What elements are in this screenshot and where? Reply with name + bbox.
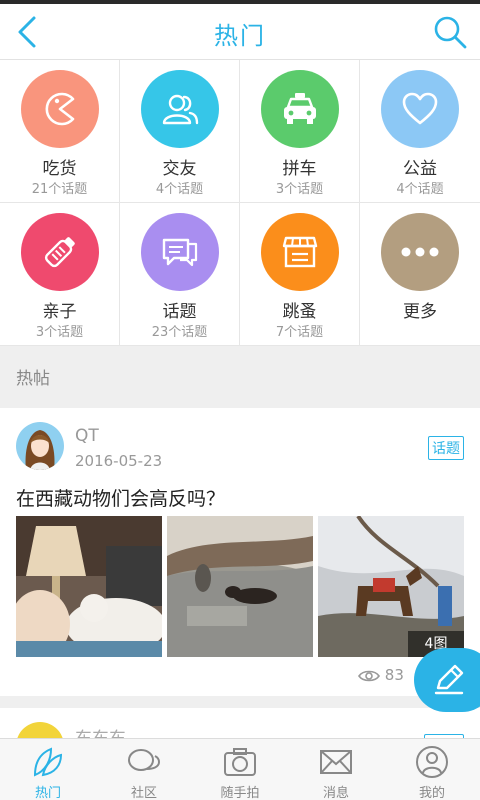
category-qinzi[interactable]: 亲子 3个话题 (0, 203, 120, 346)
category-chihuo[interactable]: 吃货 21个话题 (0, 60, 120, 203)
page-title: 热门 (214, 22, 266, 50)
tab-hot[interactable]: 热门 (0, 739, 96, 800)
pencil-icon (434, 664, 464, 695)
store-icon (261, 213, 339, 291)
topic-tag[interactable]: 话题 (428, 436, 464, 460)
baby-bottle-icon (21, 213, 99, 291)
category-pinche[interactable]: 拼车 3个话题 (240, 60, 360, 203)
tab-label: 消息 (322, 786, 349, 800)
category-count: 3个话题 (35, 325, 84, 340)
tab-label: 社区 (130, 786, 157, 800)
category-huati[interactable]: 话题 23个话题 (120, 203, 240, 346)
view-count: 83 (358, 666, 404, 684)
camera-icon (224, 748, 256, 776)
chat-bubbles-icon (141, 213, 219, 291)
category-count: 21个话题 (31, 182, 88, 197)
tab-community[interactable]: 社区 (96, 739, 192, 800)
category-count: 4个话题 (155, 182, 204, 197)
category-count: 7个话题 (275, 325, 324, 340)
category-count: 4个话题 (396, 182, 444, 197)
post-photo-horses[interactable]: 4图 (318, 516, 464, 657)
user-icon (416, 746, 448, 778)
mail-icon (320, 750, 352, 774)
search-button[interactable] (428, 10, 472, 54)
post-photo-dogs[interactable] (167, 516, 313, 657)
category-label: 公益 (403, 159, 437, 179)
post-author[interactable]: 东东东 (75, 724, 126, 738)
post-title[interactable]: 在西藏动物们会高反吗？ (16, 484, 225, 511)
taxi-icon (261, 70, 339, 148)
category-label: 跳蚤 (282, 302, 317, 322)
search-icon (434, 16, 467, 49)
tab-messages[interactable]: 消息 (288, 739, 384, 800)
tab-label: 热门 (34, 786, 61, 800)
category-more[interactable]: 更多 (360, 203, 480, 346)
category-tiaozao[interactable]: 跳蚤 7个话题 (240, 203, 360, 346)
top-bar: 热门 (0, 4, 480, 60)
bottom-tab-bar: 热门 社区 随手拍 消息 我的 (0, 738, 480, 800)
tab-label: 随手拍 (220, 786, 260, 800)
category-label: 吃货 (42, 159, 77, 179)
category-count: 3个话题 (275, 182, 324, 197)
category-label: 话题 (162, 302, 197, 322)
category-label: 亲子 (42, 302, 77, 322)
category-count: 23个话题 (151, 325, 208, 340)
category-label: 拼车 (282, 159, 317, 179)
more-dots-icon (381, 213, 459, 291)
avatar[interactable] (16, 722, 64, 738)
post-card[interactable]: 东东东 (0, 708, 480, 738)
post-date: 2016-05-23 (75, 452, 163, 470)
compose-button[interactable] (414, 648, 480, 712)
eye-icon (358, 670, 380, 681)
section-title: 热帖 (16, 369, 50, 389)
category-gongyi[interactable]: 公益 4个话题 (360, 60, 480, 203)
chat-icon (128, 749, 161, 771)
view-count-value: 83 (384, 666, 404, 684)
post-photo-cat[interactable] (16, 516, 162, 657)
leaf-icon (33, 747, 63, 777)
avatar[interactable] (16, 422, 64, 470)
category-grid: 吃货 21个话题 交友 4个话题 拼车 3个话题 公益 4个话题 亲子 3个话题… (0, 60, 480, 346)
tab-label: 我的 (418, 786, 445, 800)
category-label: 交友 (162, 159, 197, 179)
category-label: 更多 (403, 302, 437, 322)
pacman-icon (21, 70, 99, 148)
tab-snapshot[interactable]: 随手拍 (192, 739, 288, 800)
people-icon (141, 70, 219, 148)
category-jiaoyou[interactable]: 交友 4个话题 (120, 60, 240, 203)
post-card[interactable]: QT 2016-05-23 话题 在西藏动物们会高反吗？ 4图 83 (0, 408, 480, 696)
heart-icon (381, 70, 459, 148)
tab-profile[interactable]: 我的 (384, 739, 480, 800)
post-author[interactable]: QT (75, 426, 99, 446)
